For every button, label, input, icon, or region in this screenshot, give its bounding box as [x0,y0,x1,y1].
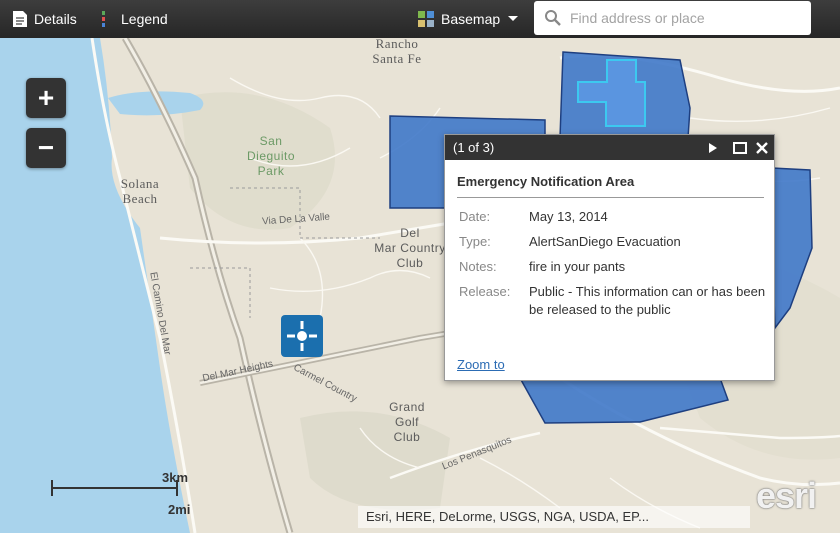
scale-bar-graphic [51,480,178,496]
search-icon[interactable] [544,9,562,27]
search-input[interactable] [570,10,790,26]
popup-pager: (1 of 3) [453,140,495,155]
maximize-icon[interactable] [732,140,748,156]
san-dieguito-park-label: San Dieguito Park [246,134,296,178]
popup-fields: Date: May 13, 2014 Type: AlertSanDiego E… [459,205,769,323]
place-label: Del Mar Country Club [370,226,450,271]
toolbar: Details Legend Basemap [0,0,840,38]
esri-logo: esri [756,475,817,516]
place-label: Solana Beach [98,176,182,206]
basemap-label: Basemap [441,11,501,27]
popup-field-row: Notes: fire in your pants [459,255,769,280]
field-key: Release: [459,284,511,299]
field-value: May 13, 2014 [529,209,608,224]
place-label: Rancho Santa Fe [357,38,437,66]
place-label: Grand Golf Club [372,400,442,445]
next-feature-icon[interactable] [705,140,721,156]
scale-mi: 2mi [168,502,191,517]
basemap-icon [418,11,434,27]
search-box[interactable] [534,1,811,35]
scale-bar: 3km 2mi [50,470,190,517]
grand-golf-club-label: Grand Golf Club [389,400,425,444]
scale-km: 3km [162,470,189,485]
field-key: Notes: [459,259,497,274]
details-icon [13,11,27,27]
details-label: Details [34,11,77,27]
solana-beach-label: Solana Beach [120,176,160,206]
field-value: AlertSanDiego Evacuation [529,234,681,249]
close-icon[interactable] [754,140,770,156]
popup-field-row: Release: Public - This information can o… [459,280,769,323]
del-mar-country-club-label: Del Mar Country Club [374,226,446,270]
popup-field-row: Date: May 13, 2014 [459,205,769,230]
details-button[interactable]: Details [12,0,77,38]
field-value: Public - This information can or has bee… [529,284,766,317]
legend-icon [102,11,105,27]
field-key: Date: [459,209,491,224]
crosshair-icon [287,321,317,351]
zoom-in-button[interactable]: + [26,78,66,118]
popup-title: Emergency Notification Area [457,174,764,198]
field-key: Type: [459,234,491,249]
popup-header: (1 of 3) [445,135,774,160]
zoom-to-link[interactable]: Zoom to [457,357,505,372]
basemap-button[interactable]: Basemap [417,0,526,38]
chevron-down-icon [508,16,519,21]
popup-field-row: Type: AlertSanDiego Evacuation [459,230,769,255]
rancho-santa-fe-label: Rancho Santa Fe [372,38,422,66]
place-label: San Dieguito Park [238,134,304,179]
field-value: fire in your pants [529,259,626,274]
legend-label: Legend [121,11,168,27]
location-marker[interactable] [281,315,323,357]
legend-button[interactable]: Legend [101,0,168,38]
zoom-out-button[interactable]: − [26,128,66,168]
map-view[interactable]: Rancho Santa Fe Solana Beach San Dieguit… [0,38,840,533]
info-popup: (1 of 3) Emergency Notification Area Dat… [444,134,775,381]
attribution: Esri, HERE, DeLorme, USGS, NGA, USDA, EP… [358,506,750,528]
